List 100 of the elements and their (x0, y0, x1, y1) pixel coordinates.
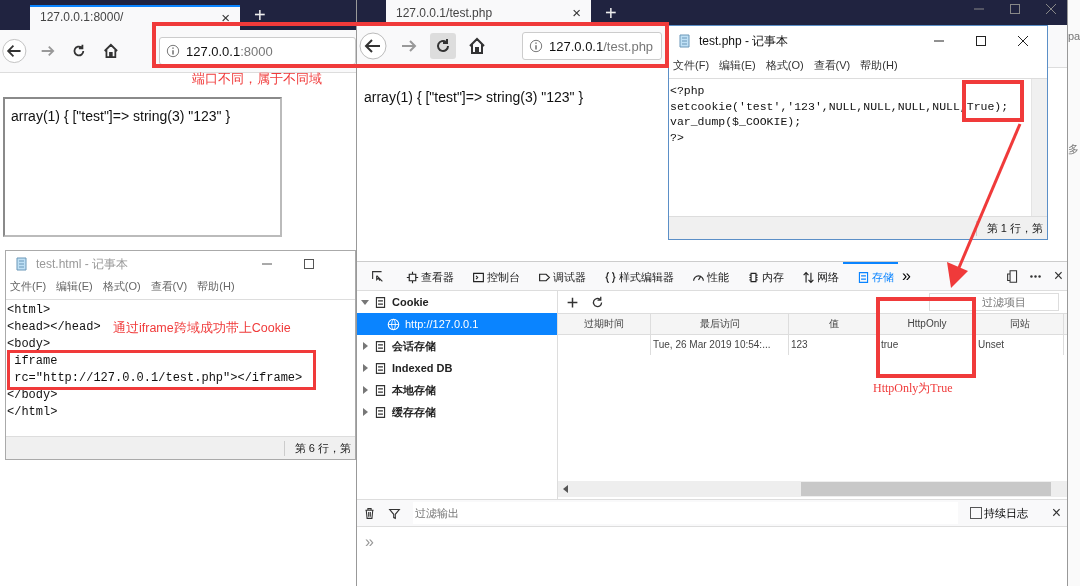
devtools-tab[interactable]: 样式编辑器 (590, 262, 678, 290)
filter-output-field[interactable]: 过滤输出 (413, 502, 958, 524)
reload-icon[interactable] (430, 33, 456, 59)
console-prompt: » (365, 533, 374, 550)
terminal-icon (472, 270, 485, 284)
partial-text: 多 (1068, 142, 1080, 157)
tree-item[interactable]: http://127.0.0.1 (357, 313, 557, 335)
close-button[interactable]: × (1053, 267, 1063, 285)
code-line: </html> (7, 404, 58, 421)
maximize-icon[interactable] (975, 35, 987, 47)
new-tab-button[interactable]: + (254, 5, 266, 25)
close-button[interactable]: × (1051, 504, 1061, 522)
column-header[interactable]: 最后访问 (651, 314, 789, 334)
persist-logs-checkbox[interactable]: 持续日志 (969, 505, 1028, 521)
code-line: iframe (13, 353, 58, 370)
storage-icon (374, 383, 387, 397)
menu-item[interactable]: 格式(O) (102, 279, 141, 297)
code-line: <html> (7, 302, 51, 319)
triangle-icon[interactable] (361, 298, 369, 306)
column-header[interactable]: HttpOnly (879, 314, 976, 334)
close-tab-button[interactable]: × (572, 5, 581, 20)
storage-icon (374, 405, 387, 419)
devtools-tab[interactable]: 调试器 (524, 262, 590, 290)
storage-icon (857, 270, 870, 284)
menu-item[interactable]: 文件(F) (10, 279, 47, 297)
partial-text: pa (1068, 30, 1080, 42)
column-header[interactable]: 过期时间 (558, 314, 651, 334)
browser-tab[interactable]: 127.0.0.1:8000/ × (30, 5, 240, 30)
info-icon[interactable] (529, 39, 543, 53)
frame-icon (406, 270, 419, 284)
braces-icon (604, 270, 617, 284)
devtools-tab[interactable]: 网络 (788, 262, 843, 290)
pointer-icon[interactable] (371, 269, 384, 283)
code-line: rc="http://127.0.0.1/test.php"></iframe> (13, 370, 303, 387)
menu-item[interactable]: 查看(V) (150, 279, 188, 297)
code-line: <head></head> (7, 319, 101, 336)
page-text: array(1) { ["test"]=> string(3) "123" } (364, 89, 584, 105)
annotation-text: 端口不同，属于不同域 (192, 70, 322, 88)
storage-icon (374, 361, 387, 375)
status-text: 第 6 行，第 (283, 440, 355, 456)
window-title: test.php - 记事本 (699, 32, 789, 50)
menu-item[interactable]: 编辑(E) (56, 279, 93, 297)
chip-icon (747, 270, 760, 284)
trash-icon[interactable] (363, 506, 376, 520)
triangle-icon[interactable] (361, 342, 369, 350)
devtools-tab[interactable]: 控制台 (458, 262, 524, 290)
maximize-icon[interactable] (303, 258, 315, 270)
responsive-icon[interactable] (1005, 269, 1019, 283)
menu-item[interactable]: 帮助(H) (197, 279, 235, 297)
tree-item[interactable]: 本地存储 (357, 379, 557, 401)
notepad-icon (677, 33, 693, 49)
window-title: test.html - 记事本 (36, 255, 128, 273)
menu-item[interactable]: 格式(O) (765, 58, 804, 76)
devtools-tab[interactable]: 查看器 (392, 262, 458, 290)
table-cell: 123 (789, 335, 879, 355)
storage-icon (374, 339, 387, 353)
address-field[interactable]: 127.0.0.1/test.php (522, 32, 662, 60)
triangle-icon[interactable] (361, 364, 369, 372)
back-icon[interactable] (1, 36, 28, 66)
devtools-tab[interactable]: 存储 (843, 262, 898, 290)
table-cell: true (879, 335, 976, 355)
code-line: ?> (670, 129, 684, 145)
devtools-tab[interactable]: 内存 (733, 262, 788, 290)
table-cell: Unset (976, 335, 1064, 355)
menu-item[interactable]: 文件(F) (673, 58, 710, 76)
address-field[interactable]: 127.0.0.1:8000 (158, 37, 356, 65)
devtools-tab[interactable]: 性能 (678, 262, 733, 290)
tree-item[interactable]: 会话存储 (357, 335, 557, 357)
table-cell: Tue, 26 Mar 2019 10:54:... (651, 335, 789, 355)
close-icon[interactable] (1017, 35, 1029, 47)
info-icon[interactable] (165, 44, 180, 58)
annotation-text: HttpOnly为True (873, 380, 953, 397)
more-tabs-button[interactable]: » (898, 267, 915, 285)
triangle-icon[interactable] (361, 386, 369, 394)
menu-item[interactable]: 查看(V) (813, 58, 851, 76)
code-line: <body> (7, 336, 51, 353)
status-text: 第 1 行，第 (975, 220, 1047, 236)
tree-item[interactable]: Indexed DB (357, 357, 557, 379)
refresh-icon[interactable] (591, 295, 604, 309)
tree-item[interactable]: Cookie (357, 291, 557, 313)
filter-icon[interactable] (388, 506, 401, 520)
close-tab-button[interactable]: × (221, 10, 230, 25)
page-text: array(1) { ["test"]=> string(3) "123" } (11, 108, 231, 124)
globe-icon (387, 317, 400, 331)
code-line: <?php (670, 83, 705, 99)
column-header[interactable]: 值 (789, 314, 879, 334)
menu-item[interactable]: 编辑(E) (719, 58, 756, 76)
storage-icon (374, 295, 387, 309)
triangle-icon[interactable] (361, 408, 369, 416)
code-line: </body> (7, 387, 58, 404)
notepad-icon (14, 256, 30, 272)
vertical-scrollbar[interactable] (1031, 79, 1047, 216)
add-icon[interactable] (566, 295, 579, 309)
back-icon[interactable] (358, 31, 388, 61)
filter-field[interactable]: 过滤项目 (929, 293, 1059, 311)
new-tab-button[interactable]: + (605, 2, 617, 23)
tree-item[interactable]: 缓存存储 (357, 401, 557, 423)
column-header[interactable]: 同站 (976, 314, 1064, 334)
horizontal-scrollbar[interactable] (558, 481, 1067, 497)
menu-item[interactable]: 帮助(H) (860, 58, 898, 76)
